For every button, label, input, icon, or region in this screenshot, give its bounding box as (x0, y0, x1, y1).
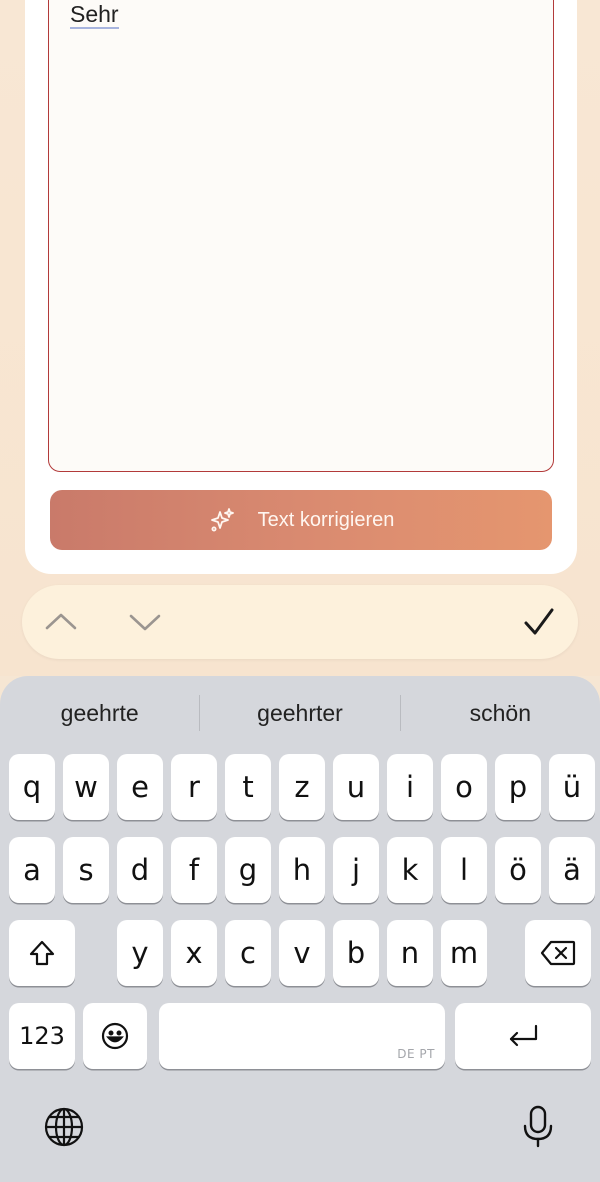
input-accessory-bar (22, 585, 578, 659)
emoji-icon (101, 1022, 129, 1050)
suggestion-item[interactable]: geehrter (200, 700, 399, 727)
key-l[interactable]: l (441, 837, 487, 903)
numbers-key[interactable]: 123 (9, 1003, 75, 1069)
key-b[interactable]: b (333, 920, 379, 986)
key-g[interactable]: g (225, 837, 271, 903)
chevron-up-icon[interactable] (44, 610, 78, 634)
globe-icon[interactable] (43, 1106, 85, 1148)
text-input-area[interactable]: Sehr (48, 0, 554, 472)
key-x[interactable]: x (171, 920, 217, 986)
key-d[interactable]: d (117, 837, 163, 903)
key-j[interactable]: j (333, 837, 379, 903)
space-key[interactable]: DE PT (159, 1003, 445, 1069)
key-h[interactable]: h (279, 837, 325, 903)
key-k[interactable]: k (387, 837, 433, 903)
key-w[interactable]: w (63, 754, 109, 820)
backspace-icon (540, 940, 576, 966)
space-language-label: DE PT (397, 1047, 435, 1061)
key-a[interactable]: a (9, 837, 55, 903)
key-oe[interactable]: ö (495, 837, 541, 903)
keyboard: geehrte geehrter schön q w e r t z u i o… (0, 676, 600, 1182)
key-r[interactable]: r (171, 754, 217, 820)
key-v[interactable]: v (279, 920, 325, 986)
key-u[interactable]: u (333, 754, 379, 820)
key-z[interactable]: z (279, 754, 325, 820)
key-o[interactable]: o (441, 754, 487, 820)
key-t[interactable]: t (225, 754, 271, 820)
text-input-content: Sehr (70, 1, 119, 29)
key-i[interactable]: i (387, 754, 433, 820)
key-ue[interactable]: ü (549, 754, 595, 820)
chevron-down-icon[interactable] (128, 610, 162, 634)
key-p[interactable]: p (495, 754, 541, 820)
return-icon (509, 1024, 538, 1047)
sparkle-icon (210, 508, 234, 532)
key-q[interactable]: q (9, 754, 55, 820)
shift-icon (29, 940, 55, 966)
suggestion-item[interactable]: schön (401, 700, 600, 727)
key-f[interactable]: f (171, 837, 217, 903)
return-key[interactable] (455, 1003, 591, 1069)
delete-key[interactable] (525, 920, 591, 986)
correct-text-button[interactable]: Text korrigieren (50, 490, 552, 550)
key-n[interactable]: n (387, 920, 433, 986)
key-s[interactable]: s (63, 837, 109, 903)
key-ae[interactable]: ä (549, 837, 595, 903)
key-c[interactable]: c (225, 920, 271, 986)
shift-key[interactable] (9, 920, 75, 986)
key-m[interactable]: m (441, 920, 487, 986)
suggestion-bar: geehrte geehrter schön (0, 676, 600, 750)
microphone-icon[interactable] (520, 1104, 556, 1150)
suggestion-item[interactable]: geehrte (0, 700, 199, 727)
correct-text-label: Text korrigieren (257, 508, 395, 531)
key-y[interactable]: y (117, 920, 163, 986)
emoji-key[interactable] (83, 1003, 147, 1069)
key-e[interactable]: e (117, 754, 163, 820)
checkmark-icon[interactable] (522, 606, 556, 638)
